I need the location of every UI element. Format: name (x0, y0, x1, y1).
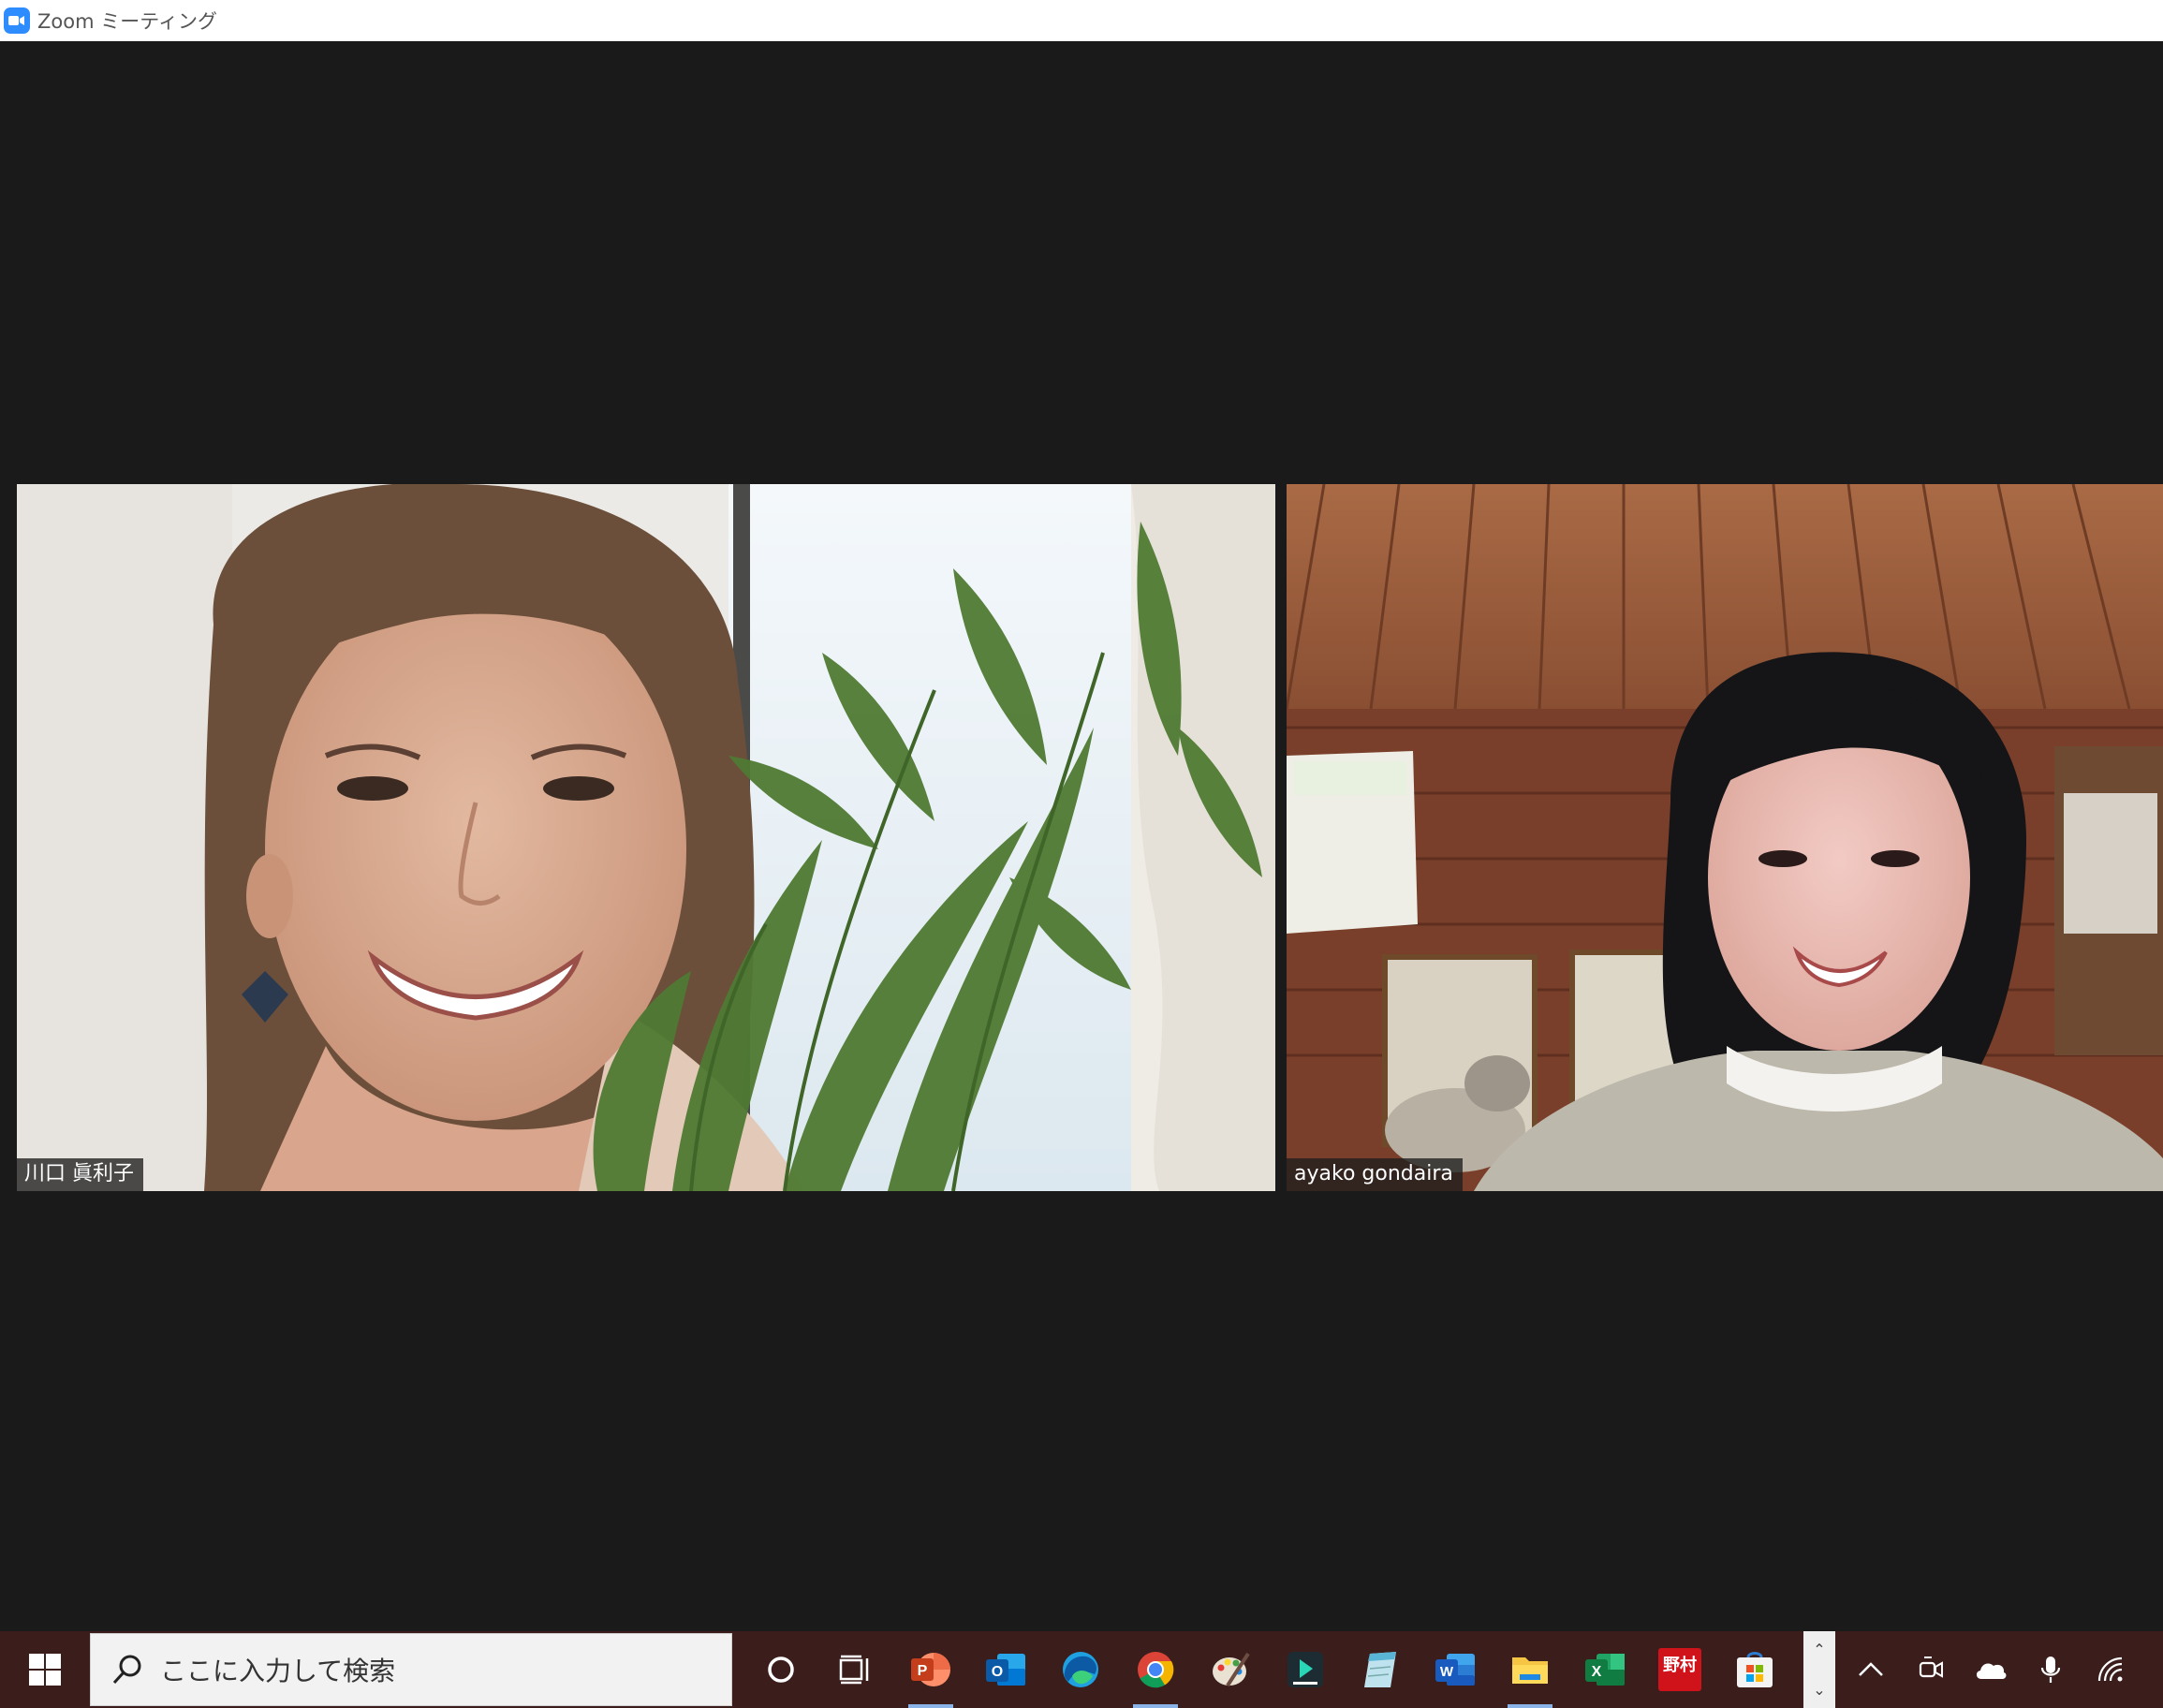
participant-video-1[interactable]: 川口 眞利子 (17, 484, 1275, 1191)
onedrive-cloud-icon (1976, 1663, 2007, 1679)
word-icon: W (1435, 1654, 1475, 1686)
meeting-gallery: 川口 眞利子 ayako gondaira (0, 41, 2163, 1631)
windows-taskbar: ここに入力して検索 P O W X 野村 ⌃ ⌄ (0, 1631, 2163, 1708)
edge-icon (1063, 1652, 1098, 1687)
taskbar-app-excel[interactable]: X (1567, 1631, 1642, 1708)
title-bar: Zoom ミーティング (0, 0, 2163, 41)
window-title: Zoom ミーティング (37, 10, 217, 33)
participant-name-tag-1: 川口 眞利子 (17, 1158, 143, 1191)
search-icon (112, 1655, 141, 1685)
filmora-icon (1288, 1652, 1323, 1687)
notepad-icon (1364, 1652, 1396, 1687)
taskbar-app-chrome[interactable] (1118, 1631, 1193, 1708)
taskbar-app-store[interactable] (1717, 1631, 1792, 1708)
start-button[interactable] (0, 1631, 90, 1708)
folder-icon (1512, 1657, 1548, 1684)
svg-text:P: P (918, 1663, 928, 1679)
powerpoint-icon: P (911, 1653, 950, 1686)
paint-palette-icon (1213, 1652, 1250, 1687)
taskbar-app-edge[interactable] (1043, 1631, 1118, 1708)
taskbar-app-nomura[interactable]: 野村 ​ (1642, 1631, 1717, 1708)
participant-name-tag-2: ayako gondaira (1287, 1158, 1463, 1191)
svg-text:W: W (1440, 1664, 1454, 1680)
show-hidden-icons-button[interactable] (1841, 1631, 1901, 1708)
windows-logo-icon (29, 1654, 61, 1686)
taskbar-app-filmora[interactable] (1268, 1631, 1343, 1708)
microsoft-store-icon (1737, 1652, 1773, 1687)
search-placeholder: ここに入力して検索 (160, 1656, 396, 1686)
excel-icon: X (1585, 1654, 1625, 1686)
svg-text:X: X (1592, 1664, 1602, 1680)
taskbar-app-word[interactable]: W (1418, 1631, 1493, 1708)
taskbar-app-powerpoint[interactable]: P (893, 1631, 968, 1708)
nomura-online-icon: 野村 ​ (1658, 1648, 1701, 1691)
taskbar-app-paint[interactable] (1193, 1631, 1268, 1708)
wifi-icon (2097, 1656, 2123, 1682)
participant-video-image-2 (1287, 484, 2163, 1191)
taskbar-app-notepad[interactable] (1343, 1631, 1418, 1708)
cortana-button[interactable] (743, 1631, 818, 1708)
taskbar-app-file-explorer[interactable] (1493, 1631, 1567, 1708)
chevron-up-icon (1859, 1662, 1883, 1676)
participant-video-2[interactable]: ayako gondaira (1287, 484, 2163, 1191)
task-view-icon (839, 1655, 869, 1685)
microphone-button[interactable] (2021, 1631, 2081, 1708)
taskbar-app-outlook[interactable]: O (968, 1631, 1043, 1708)
meet-now-icon (1919, 1656, 1943, 1678)
scroll-down-icon[interactable]: ⌄ (1813, 1681, 1825, 1699)
taskbar-search-box[interactable]: ここに入力して検索 (90, 1633, 732, 1706)
zoom-camera-icon (4, 7, 30, 34)
nomura-icon-label: 野村 (1663, 1656, 1697, 1674)
network-button[interactable] (2081, 1631, 2141, 1708)
onedrive-button[interactable] (1961, 1631, 2021, 1708)
participant-video-image-1 (17, 484, 1275, 1191)
cortana-circle-icon (768, 1656, 794, 1683)
chrome-icon (1138, 1652, 1174, 1688)
outlook-icon: O (986, 1654, 1025, 1686)
microphone-icon (2040, 1656, 2061, 1683)
scroll-up-icon[interactable]: ⌃ (1813, 1641, 1825, 1658)
meet-now-button[interactable] (1901, 1631, 1961, 1708)
svg-text:O: O (992, 1664, 1003, 1680)
taskbar-scroll[interactable]: ⌃ ⌄ (1803, 1631, 1835, 1708)
task-view-button[interactable] (818, 1631, 893, 1708)
